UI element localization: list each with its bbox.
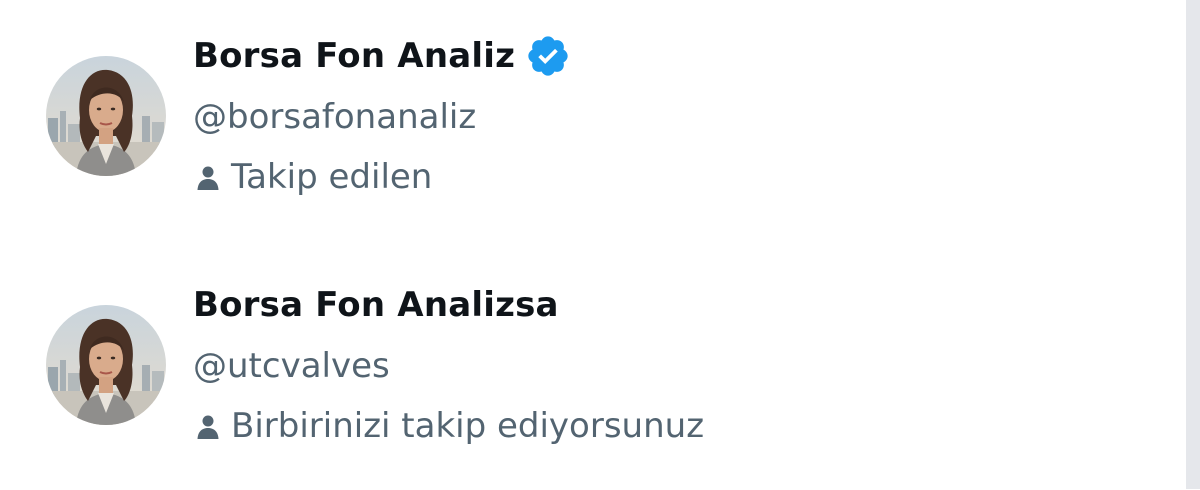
user-row[interactable]: Borsa Fon Analiz @borsafonanaliz Takip e… [0,0,1186,240]
avatar[interactable] [46,56,166,176]
woman-portrait-avatar-icon [46,56,166,176]
follow-status: Birbirinizi takip ediyorsunuz [195,404,704,448]
follow-status-label: Takip edilen [231,157,433,197]
user-list: Borsa Fon Analiz @borsafonanaliz Takip e… [0,0,1186,489]
name-line: Borsa Fon Analizsa [193,281,559,329]
display-name[interactable]: Borsa Fon Analiz [193,36,515,76]
verified-badge-icon [525,33,571,79]
person-icon [195,165,221,191]
display-name[interactable]: Borsa Fon Analizsa [193,285,559,325]
user-handle: @utcvalves [193,346,390,386]
name-line: Borsa Fon Analiz [193,32,571,80]
woman-portrait-avatar-icon [46,305,166,425]
person-icon [195,414,221,440]
scrollbar[interactable] [1186,0,1200,489]
avatar[interactable] [46,305,166,425]
follow-status-label: Birbirinizi takip ediyorsunuz [231,406,705,446]
user-handle: @borsafonanaliz [193,97,477,137]
follow-status: Takip edilen [195,155,432,199]
user-row[interactable]: Borsa Fon Analizsa @utcvalves Birbiriniz… [0,250,1186,490]
